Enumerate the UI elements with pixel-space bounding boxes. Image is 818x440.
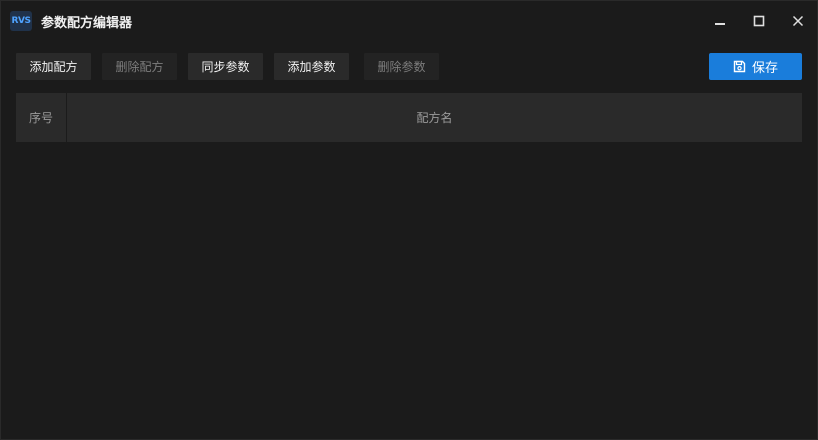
close-button[interactable] xyxy=(785,9,811,33)
minimize-button[interactable] xyxy=(707,9,733,33)
delete-param-button[interactable]: 删除参数 xyxy=(364,53,439,80)
save-icon xyxy=(733,60,746,73)
add-param-button[interactable]: 添加参数 xyxy=(274,53,349,80)
column-header-recipe-name[interactable]: 配方名 xyxy=(67,93,802,142)
save-button[interactable]: 保存 xyxy=(709,53,802,80)
minimize-icon xyxy=(715,23,725,25)
add-recipe-button[interactable]: 添加配方 xyxy=(16,53,91,80)
title-bar[interactable]: RVS 参数配方编辑器 xyxy=(1,1,817,39)
app-logo: RVS xyxy=(10,11,32,31)
close-icon xyxy=(792,15,804,27)
recipe-editor-window: RVS 参数配方编辑器 添加配方 删除配方 同步参数 添加参数 删除参数 保存 … xyxy=(0,0,818,440)
maximize-icon xyxy=(753,15,765,27)
window-title: 参数配方编辑器 xyxy=(41,16,133,31)
delete-recipe-button[interactable]: 删除配方 xyxy=(102,53,177,80)
save-label: 保存 xyxy=(751,61,778,76)
sync-params-button[interactable]: 同步参数 xyxy=(188,53,263,80)
maximize-button[interactable] xyxy=(746,9,772,33)
recipe-table: 序号 配方名 xyxy=(16,93,802,142)
column-header-index[interactable]: 序号 xyxy=(16,93,67,142)
